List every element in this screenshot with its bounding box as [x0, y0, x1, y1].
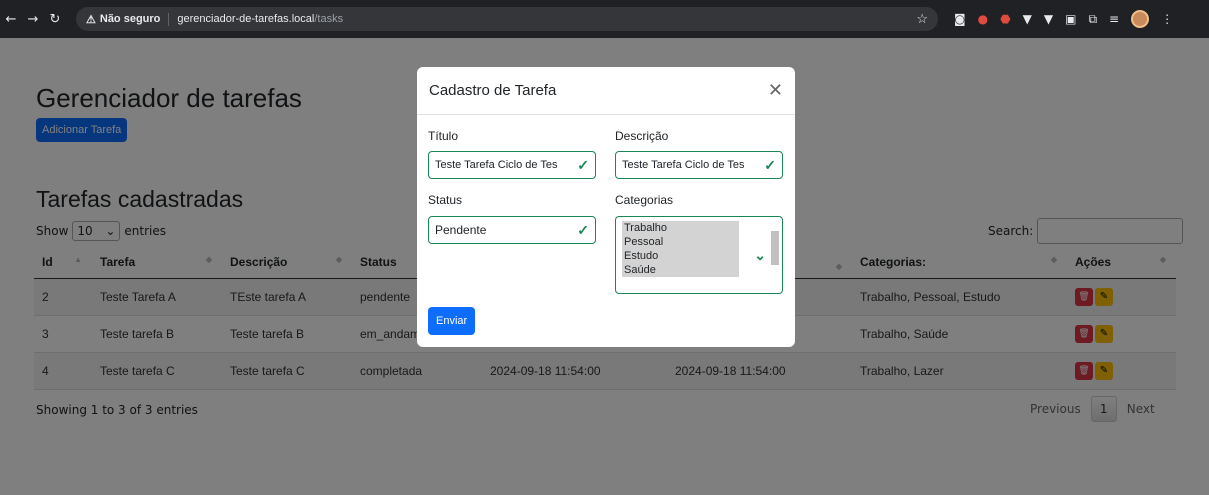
option-trabalho[interactable]: Trabalho — [622, 221, 739, 235]
descricao-label: Descrição — [615, 129, 669, 143]
reload-icon[interactable]: ↻ — [44, 12, 66, 27]
record-extension-icon[interactable]: ● — [978, 12, 988, 26]
camera-extension-icon[interactable]: ◙ — [954, 12, 966, 26]
url-path: /tasks — [314, 13, 344, 25]
extensions-bar: ◙ ● ⬣ ▼ ▼ ▣ ⧉ ≡ ⋮ — [954, 10, 1173, 28]
reading-list-icon[interactable]: ≡ — [1109, 12, 1119, 26]
shield-extension-icon[interactable]: ⬣ — [1000, 12, 1010, 26]
option-pessoal[interactable]: Pessoal — [622, 235, 739, 249]
kebab-menu-icon[interactable]: ⋮ — [1161, 12, 1173, 26]
bookmark-star-icon[interactable]: ☆ — [916, 11, 928, 27]
valid-check-icon: ✓ — [577, 156, 589, 173]
option-estudo[interactable]: Estudo — [622, 249, 739, 263]
categorias-multiselect[interactable]: Trabalho Pessoal Estudo Saúde ⌄ — [615, 216, 783, 294]
status-select[interactable]: Pendente ✓ — [428, 216, 596, 244]
valid-check-icon: ✓ — [764, 156, 776, 173]
submit-button[interactable]: Enviar — [428, 307, 476, 335]
descricao-input[interactable]: Teste Tarefa Ciclo de Tes ✓ — [615, 151, 783, 179]
categorias-label: Categorias — [615, 193, 674, 207]
not-secure-indicator[interactable]: ⚠ Não seguro — [86, 12, 170, 26]
status-label: Status — [428, 193, 463, 207]
titulo-label: Título — [428, 129, 459, 143]
forward-icon[interactable]: → — [22, 12, 44, 27]
valid-check-icon: ⌄ — [754, 247, 766, 263]
option-saude[interactable]: Saúde — [622, 263, 739, 277]
vue-devtools-icon[interactable]: ▼ — [1023, 12, 1032, 26]
task-modal: Cadastro de Tarefa ✕ Título Teste Tarefa… — [417, 67, 795, 347]
modal-title: Cadastro de Tarefa — [429, 82, 557, 99]
modal-header: Cadastro de Tarefa ✕ — [417, 67, 795, 115]
close-icon[interactable]: ✕ — [768, 80, 783, 101]
back-icon[interactable]: ← — [0, 12, 22, 27]
profile-avatar[interactable] — [1131, 10, 1150, 28]
url-host: gerenciador-de-tarefas.local — [177, 13, 315, 25]
warning-icon: ⚠ — [86, 13, 96, 26]
vue-devtools-alt-icon[interactable]: ▼ — [1044, 12, 1053, 26]
scrollbar-thumb[interactable] — [771, 231, 779, 265]
browser-toolbar: ← → ↻ ⚠ Não seguro gerenciador-de-tarefa… — [0, 0, 1209, 38]
valid-check-icon: ✓ — [577, 221, 589, 238]
titulo-input[interactable]: Teste Tarefa Ciclo de Tes ✓ — [428, 151, 596, 179]
address-bar[interactable]: ⚠ Não seguro gerenciador-de-tarefas.loca… — [76, 7, 938, 31]
translate-extension-icon[interactable]: ▣ — [1065, 12, 1076, 26]
puzzle-extensions-icon[interactable]: ⧉ — [1088, 12, 1097, 27]
scrollbar[interactable] — [770, 221, 780, 287]
